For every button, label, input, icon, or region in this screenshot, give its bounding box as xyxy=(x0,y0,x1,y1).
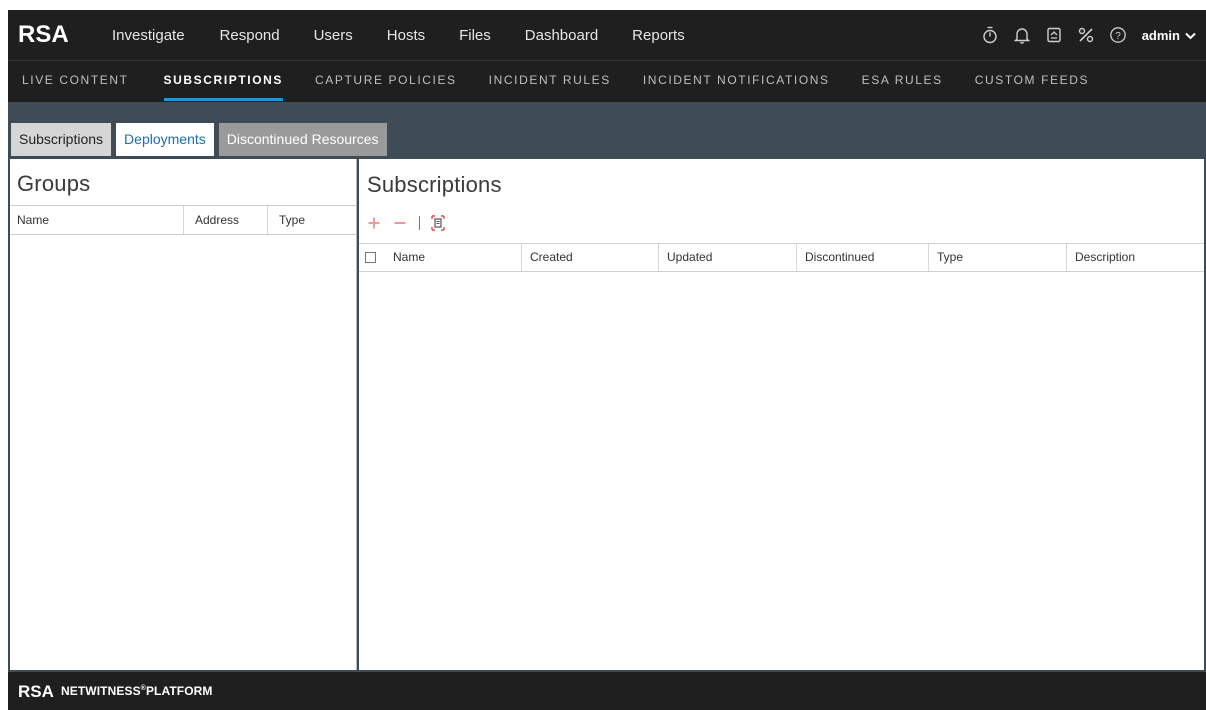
report-icon[interactable] xyxy=(430,215,446,231)
clipboard-icon[interactable] xyxy=(1044,25,1064,45)
rsa-logo[interactable]: RSA xyxy=(18,16,80,52)
nav-users[interactable]: Users xyxy=(314,27,353,44)
subscriptions-table-header: Name Created Updated Discontinued Type D… xyxy=(359,243,1204,272)
top-icons: ? admin xyxy=(968,10,1196,60)
tabs: Subscriptions Deployments Discontinued R… xyxy=(11,123,392,156)
nav-reports[interactable]: Reports xyxy=(632,27,685,44)
subnav-custom-feeds[interactable]: CUSTOM FEEDS xyxy=(975,61,1089,102)
select-all-checkbox[interactable] xyxy=(365,252,376,263)
content-area: Groups Name Address Type Subscriptions N… xyxy=(8,156,1206,672)
sub-navigation-bar: LIVE CONTENT SUBSCRIPTIONS CAPTURE POLIC… xyxy=(8,60,1206,102)
subnav-live-content[interactable]: LIVE CONTENT xyxy=(22,61,129,102)
subnav-subscriptions[interactable]: SUBSCRIPTIONS xyxy=(163,61,284,102)
footer: RSA NETWITNESS®PLATFORM xyxy=(8,672,1206,710)
subnav-incident-notifications[interactable]: INCIDENT NOTIFICATIONS xyxy=(643,61,830,102)
toolbar-divider xyxy=(419,216,420,230)
remove-icon[interactable] xyxy=(393,216,407,230)
column-header-updated[interactable]: Updated xyxy=(659,244,797,271)
footer-logo-text: RSA xyxy=(18,682,54,700)
column-header-type[interactable]: Type xyxy=(268,206,356,234)
top-navigation-bar: RSA Investigate Respond Users Hosts File… xyxy=(8,10,1206,60)
tab-subscriptions[interactable]: Subscriptions xyxy=(11,123,112,156)
subscriptions-toolbar xyxy=(367,214,458,232)
column-header-name[interactable]: Name xyxy=(385,244,522,271)
groups-title: Groups xyxy=(17,171,91,196)
subnav-incident-rules[interactable]: INCIDENT RULES xyxy=(489,61,611,102)
tools-icon[interactable] xyxy=(1076,25,1096,45)
user-name: admin xyxy=(1141,27,1180,43)
nav-respond[interactable]: Respond xyxy=(220,27,280,44)
tab-discontinued-resources[interactable]: Discontinued Resources xyxy=(218,123,387,156)
footer-product-name: NETWITNESS®PLATFORM xyxy=(61,684,213,698)
select-all-cell xyxy=(359,244,385,271)
logo-text: RSA xyxy=(18,21,69,47)
column-header-name[interactable]: Name xyxy=(10,206,184,234)
user-menu[interactable]: admin xyxy=(1142,28,1196,43)
sub-nav: LIVE CONTENT SUBSCRIPTIONS CAPTURE POLIC… xyxy=(22,61,1121,102)
help-icon[interactable]: ? xyxy=(1108,25,1128,45)
tab-strip: Subscriptions Deployments Discontinued R… xyxy=(8,102,1206,156)
nav-investigate[interactable]: Investigate xyxy=(112,27,185,44)
subscriptions-panel: Subscriptions Name Created Updated Disco… xyxy=(359,159,1204,670)
nav-dashboard[interactable]: Dashboard xyxy=(525,27,598,44)
subnav-capture-policies[interactable]: CAPTURE POLICIES xyxy=(315,61,457,102)
add-icon[interactable] xyxy=(367,216,381,230)
column-header-created[interactable]: Created xyxy=(522,244,659,271)
stopwatch-icon[interactable] xyxy=(980,25,1000,45)
main-nav: Investigate Respond Users Hosts Files Da… xyxy=(112,10,719,60)
tab-deployments[interactable]: Deployments xyxy=(116,123,214,156)
nav-hosts[interactable]: Hosts xyxy=(387,27,425,44)
column-header-type[interactable]: Type xyxy=(929,244,1067,271)
column-header-address[interactable]: Address xyxy=(184,206,268,234)
subscriptions-title: Subscriptions xyxy=(367,172,502,197)
nav-files[interactable]: Files xyxy=(459,27,491,44)
svg-text:?: ? xyxy=(1115,31,1121,42)
groups-table-header: Name Address Type xyxy=(10,205,356,235)
column-header-discontinued[interactable]: Discontinued xyxy=(797,244,929,271)
groups-panel: Groups Name Address Type xyxy=(10,159,357,670)
subnav-esa-rules[interactable]: ESA RULES xyxy=(862,61,943,102)
chevron-down-icon xyxy=(1185,28,1196,43)
footer-logo: RSA NETWITNESS®PLATFORM xyxy=(18,682,213,700)
column-header-description[interactable]: Description xyxy=(1067,244,1204,271)
bell-icon[interactable] xyxy=(1012,25,1032,45)
